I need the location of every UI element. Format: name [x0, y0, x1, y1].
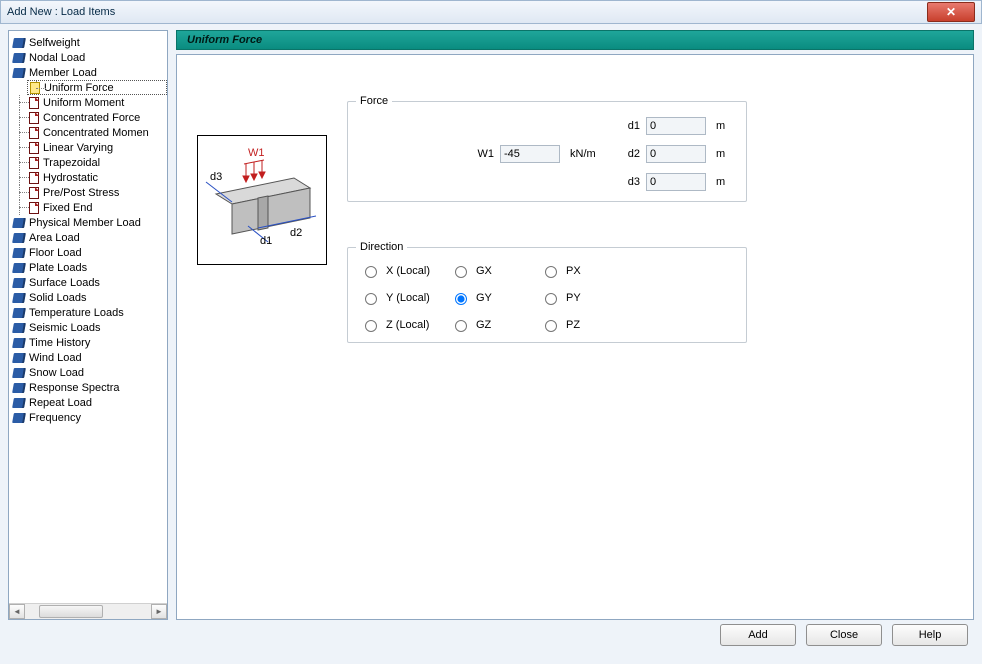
tree-item-trapezoidal[interactable]: Trapezoidal	[11, 155, 167, 170]
tree-item-physical-member-load[interactable]: Physical Member Load	[11, 215, 167, 230]
tree-item-uniform-moment[interactable]: Uniform Moment	[11, 95, 167, 110]
tree-item-concentrated-moment[interactable]: Concentrated Momen	[11, 125, 167, 140]
radio-y-local[interactable]: Y (Local)	[360, 290, 450, 305]
dialog-footer: Add Close Help	[8, 620, 974, 650]
tree-item-member-load[interactable]: Member Load	[11, 65, 167, 80]
tree-item-pre-post-stress[interactable]: Pre/Post Stress	[11, 185, 167, 200]
content-pane: W1 d3 d1 d2 Force d1 m	[176, 54, 974, 620]
diagram-label-d1: d1	[260, 235, 272, 247]
add-button[interactable]: Add	[720, 624, 796, 646]
book-icon	[12, 248, 26, 258]
book-icon	[12, 218, 26, 228]
d3-input[interactable]	[646, 173, 706, 191]
d1-label: d1	[616, 120, 640, 132]
tree-item-nodal-load[interactable]: Nodal Load	[11, 50, 167, 65]
radio-gz[interactable]: GZ	[450, 317, 540, 332]
tree-body: Selfweight Nodal Load Member Load Unifor…	[9, 31, 167, 603]
radio-gx[interactable]: GX	[450, 263, 540, 278]
d2-unit: m	[716, 148, 734, 160]
tree-item-response-spectra[interactable]: Response Spectra	[11, 380, 167, 395]
scroll-left-button[interactable]: ◄	[9, 604, 25, 619]
d2-label: d2	[616, 148, 640, 160]
close-button[interactable]: Close	[806, 624, 882, 646]
page-selected-icon	[30, 82, 40, 94]
tree-item-area-load[interactable]: Area Load	[11, 230, 167, 245]
force-legend: Force	[356, 95, 392, 107]
tree-item-frequency[interactable]: Frequency	[11, 410, 167, 425]
panel-title: Uniform Force	[176, 30, 974, 50]
tree-item-surface-loads[interactable]: Surface Loads	[11, 275, 167, 290]
book-icon	[12, 338, 26, 348]
titlebar: Add New : Load Items ✕	[0, 0, 982, 24]
radio-gy[interactable]: GY	[450, 290, 540, 305]
page-icon	[29, 157, 39, 169]
w1-unit: kN/m	[570, 148, 610, 160]
page-icon	[29, 112, 39, 124]
book-icon	[12, 383, 26, 393]
d3-unit: m	[716, 176, 734, 188]
load-diagram: W1 d3 d1 d2	[197, 135, 327, 265]
diagram-label-d2: d2	[290, 227, 302, 239]
d1-unit: m	[716, 120, 734, 132]
help-button[interactable]: Help	[892, 624, 968, 646]
book-icon	[12, 293, 26, 303]
tree-item-uniform-force[interactable]: Uniform Force	[27, 80, 167, 95]
page-icon	[29, 142, 39, 154]
tree-item-selfweight[interactable]: Selfweight	[11, 35, 167, 50]
w1-label: W1	[466, 148, 494, 160]
force-group: Force d1 m W1 kN/m d2 m	[347, 95, 747, 202]
close-window-button[interactable]: ✕	[927, 2, 975, 22]
page-icon	[29, 127, 39, 139]
page-icon	[29, 202, 39, 214]
book-icon	[12, 38, 26, 48]
book-icon	[12, 263, 26, 273]
tree-item-wind-load[interactable]: Wind Load	[11, 350, 167, 365]
direction-legend: Direction	[356, 241, 407, 253]
scroll-track[interactable]	[25, 604, 151, 619]
tree-item-time-history[interactable]: Time History	[11, 335, 167, 350]
tree-item-seismic-loads[interactable]: Seismic Loads	[11, 320, 167, 335]
tree-item-concentrated-force[interactable]: Concentrated Force	[11, 110, 167, 125]
radio-x-local[interactable]: X (Local)	[360, 263, 450, 278]
direction-group: Direction X (Local) GX PX Y (Local) GY P…	[347, 241, 747, 343]
tree-item-floor-load[interactable]: Floor Load	[11, 245, 167, 260]
d2-input[interactable]	[646, 145, 706, 163]
scroll-right-button[interactable]: ►	[151, 604, 167, 619]
load-type-tree: Selfweight Nodal Load Member Load Unifor…	[8, 30, 168, 620]
d3-label: d3	[616, 176, 640, 188]
book-icon	[12, 233, 26, 243]
book-icon	[12, 53, 26, 63]
tree-item-snow-load[interactable]: Snow Load	[11, 365, 167, 380]
d1-input[interactable]	[646, 117, 706, 135]
close-icon: ✕	[946, 6, 956, 18]
w1-input[interactable]	[500, 145, 560, 163]
page-icon	[29, 97, 39, 109]
tree-item-temperature-loads[interactable]: Temperature Loads	[11, 305, 167, 320]
tree-item-repeat-load[interactable]: Repeat Load	[11, 395, 167, 410]
tree-item-plate-loads[interactable]: Plate Loads	[11, 260, 167, 275]
diagram-label-d3: d3	[210, 171, 222, 183]
page-icon	[29, 172, 39, 184]
book-icon	[12, 68, 26, 78]
tree-item-hydrostatic[interactable]: Hydrostatic	[11, 170, 167, 185]
window-title: Add New : Load Items	[7, 6, 115, 18]
book-icon	[12, 278, 26, 288]
book-icon	[12, 398, 26, 408]
book-icon	[12, 308, 26, 318]
scroll-thumb[interactable]	[39, 605, 103, 618]
page-icon	[29, 187, 39, 199]
radio-py[interactable]: PY	[540, 290, 630, 305]
book-icon	[12, 368, 26, 378]
book-icon	[12, 323, 26, 333]
tree-item-linear-varying[interactable]: Linear Varying	[11, 140, 167, 155]
diagram-label-w1: W1	[248, 147, 265, 159]
radio-px[interactable]: PX	[540, 263, 630, 278]
book-icon	[12, 353, 26, 363]
radio-pz[interactable]: PZ	[540, 317, 630, 332]
radio-z-local[interactable]: Z (Local)	[360, 317, 450, 332]
book-icon	[12, 413, 26, 423]
tree-item-fixed-end[interactable]: Fixed End	[11, 200, 167, 215]
tree-item-solid-loads[interactable]: Solid Loads	[11, 290, 167, 305]
tree-hscrollbar[interactable]: ◄ ►	[9, 603, 167, 619]
